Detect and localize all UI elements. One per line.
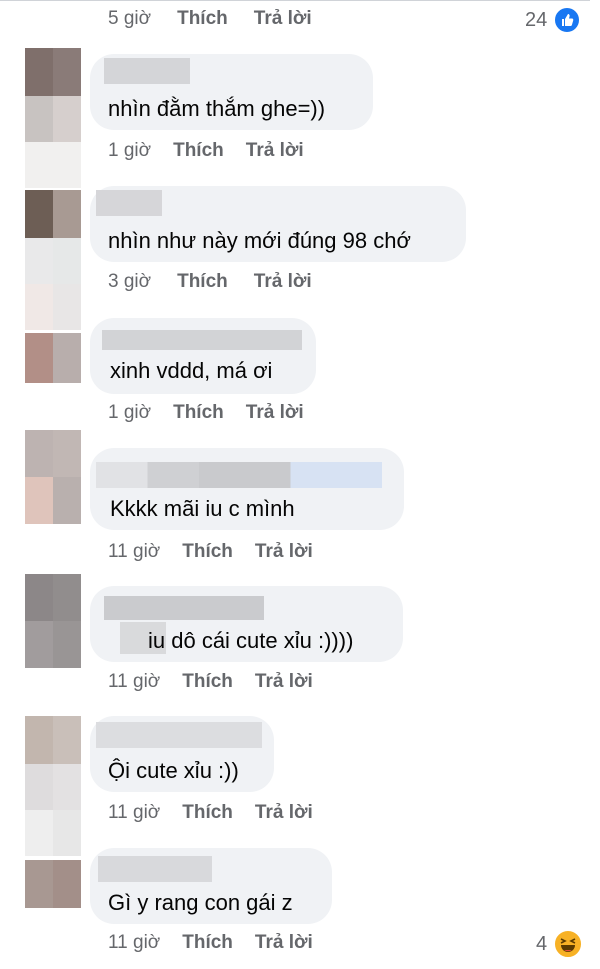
author-name[interactable] <box>98 856 212 882</box>
comment-bubble: xinh vddd, má ơi <box>90 318 316 394</box>
comment-meta: 11 giờ Thích Trả lời <box>108 671 313 693</box>
comment-time: 11 giờ <box>108 802 161 823</box>
reply-button[interactable]: Trả lời <box>255 802 313 824</box>
comment-time: 1 giờ <box>108 140 152 161</box>
reaction-summary[interactable]: 24 <box>525 6 582 34</box>
comment-meta: 11 giờ Thích Trả lời <box>108 541 313 563</box>
author-name[interactable] <box>102 330 302 350</box>
like-button[interactable]: Thích <box>182 671 233 693</box>
comment-time: 3 giờ <box>108 271 152 292</box>
author-name[interactable] <box>104 596 264 620</box>
like-button[interactable]: Thích <box>173 402 224 424</box>
comment-bubble: Ội cute xỉu :)) <box>90 716 274 792</box>
comment-text: Kkkk mãi iu c mình <box>110 496 295 521</box>
reply-button[interactable]: Trả lời <box>254 271 312 293</box>
comment-time: 1 giờ <box>108 402 152 423</box>
reaction-count: 24 <box>525 8 548 31</box>
avatar[interactable] <box>25 860 81 908</box>
haha-icon <box>553 929 584 959</box>
divider <box>0 0 590 1</box>
like-icon <box>553 6 582 34</box>
comment-bubble: iu dô cái cute xỉu :)))) <box>90 586 403 662</box>
reply-button[interactable]: Trả lời <box>255 671 313 693</box>
avatar[interactable] <box>25 48 81 188</box>
avatar[interactable] <box>25 430 81 524</box>
reply-button[interactable]: Trả lời <box>246 402 304 424</box>
like-button[interactable]: Thích <box>182 541 233 563</box>
like-button[interactable]: Thích <box>173 140 224 162</box>
comment-text: Gì y rang con gái z <box>108 890 293 915</box>
comment-time: 11 giờ <box>108 932 161 953</box>
author-name[interactable] <box>96 462 382 488</box>
reply-button[interactable]: Trả lời <box>254 8 312 30</box>
reply-button[interactable]: Trả lời <box>246 140 304 162</box>
comment-text: xinh vddd, má ơi <box>110 358 273 383</box>
comment-text: Ội cute xỉu :)) <box>108 758 239 783</box>
comment-meta: 11 giờ Thích Trả lời <box>108 932 313 954</box>
author-name[interactable] <box>104 58 190 84</box>
comment-bubble: Gì y rang con gái z <box>90 848 332 924</box>
comment-text: nhìn đằm thắm ghe=)) <box>108 96 326 121</box>
like-button[interactable]: Thích <box>182 802 233 824</box>
comment-bubble: nhìn như này mới đúng 98 chớ <box>90 186 466 262</box>
avatar[interactable] <box>25 716 81 856</box>
author-name[interactable] <box>96 722 262 748</box>
avatar[interactable] <box>25 574 81 668</box>
comment-bubble: Kkkk mãi iu c mình <box>90 448 404 530</box>
comment-text: nhìn như này mới đúng 98 chớ <box>108 228 411 253</box>
comment-time: 5 giờ <box>108 8 152 29</box>
reply-button[interactable]: Trả lời <box>255 932 313 954</box>
comment-meta: 1 giờ Thích Trả lời <box>108 402 304 424</box>
comment-meta: 11 giờ Thích Trả lời <box>108 802 313 824</box>
like-button[interactable]: Thích <box>182 932 233 954</box>
comment-text: iu dô cái cute xỉu :)))) <box>148 628 354 653</box>
avatar[interactable] <box>25 190 81 330</box>
like-button[interactable]: Thích <box>177 8 228 30</box>
comment-time: 11 giờ <box>108 671 161 692</box>
comment-time: 11 giờ <box>108 541 161 562</box>
like-button[interactable]: Thích <box>177 271 228 293</box>
comment-meta: 5 giờ Thích Trả lời <box>108 8 312 30</box>
comment-meta: 3 giờ Thích Trả lời <box>108 271 312 293</box>
avatar[interactable] <box>25 333 81 383</box>
reply-button[interactable]: Trả lời <box>255 541 313 563</box>
comment-bubble: nhìn đằm thắm ghe=)) <box>90 54 373 130</box>
reaction-count: 4 <box>536 932 548 955</box>
reaction-summary[interactable]: 4 <box>536 929 584 959</box>
author-name[interactable] <box>96 190 162 216</box>
comment-meta: 1 giờ Thích Trả lời <box>108 140 304 162</box>
